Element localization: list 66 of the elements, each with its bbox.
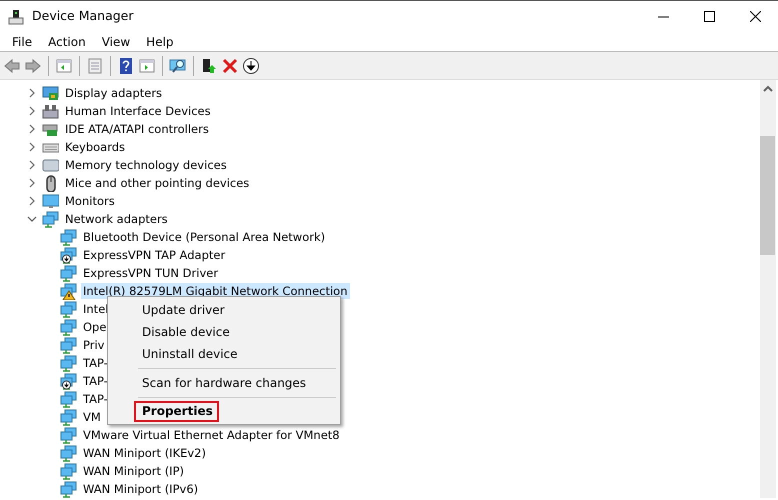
tree-item[interactable]: Ope [81,319,108,335]
display-adapter-icon [42,84,59,102]
network-adapter-icon [60,462,77,480]
network-adapter-icon [60,228,77,246]
menu-item[interactable]: Properties [134,401,219,422]
network-adapter-icon [60,300,77,318]
tree-item[interactable]: TAP- [81,373,110,389]
tree-item[interactable]: TAP- [81,391,110,407]
panel-icon[interactable] [138,56,156,74]
scrollbar-thumb[interactable] [760,136,775,255]
tree-item[interactable]: Keyboards [63,139,128,155]
menu-item[interactable]: Disable device [110,321,338,343]
menu-item[interactable]: File [4,32,40,51]
network-adapter-icon [60,354,77,372]
network-adapter-icon [60,444,77,462]
tree-item[interactable]: Memory technology devices [63,157,229,173]
tree-item[interactable]: VMware Virtual Ethernet Adapter for VMnet8 [81,427,342,443]
menu-item[interactable]: Uninstall device [110,343,338,365]
tree-item[interactable]: Priv [81,337,106,353]
menu-item[interactable]: View [94,32,138,51]
network-adapter-icon [60,480,77,498]
network-adapter-icon [42,210,59,228]
scroll-up-icon[interactable] [763,85,773,92]
network-adapter-icon [60,264,77,282]
back-arrow-icon[interactable] [3,56,21,74]
network-adapter-icon [60,318,77,336]
tree-item[interactable]: Mice and other pointing devices [63,175,252,191]
forward-arrow-icon[interactable] [24,56,42,74]
app-icon [8,8,24,24]
tree-item[interactable]: IDE ATA/ATAPI controllers [63,121,211,137]
network-adapter-icon [60,372,77,390]
menu-item[interactable]: Scan for hardware changes [110,372,338,394]
tree-item[interactable]: Monitors [63,193,117,209]
tree-item[interactable]: Human Interface Devices [63,103,213,119]
menu-item[interactable]: Action [40,32,94,51]
panel-icon[interactable] [55,56,73,74]
device-arrow-icon[interactable] [200,56,218,74]
monitor-search-icon[interactable] [169,56,187,74]
monitor-icon [42,192,59,210]
tree-item[interactable]: WAN Miniport (IKEv2) [81,445,208,461]
tree-item[interactable]: Display adapters [63,85,164,101]
menu-item[interactable]: Help [138,32,182,51]
network-adapter-icon [60,246,77,264]
keyboard-device-icon [42,102,59,120]
network-adapter-icon [60,426,77,444]
tree-item[interactable]: WAN Miniport (IP) [81,463,186,479]
memory-card-icon [42,156,59,174]
network-adapter-icon [60,390,77,408]
remove-icon[interactable] [221,56,239,74]
menu-item[interactable]: Update driver [110,299,338,321]
tree-item[interactable]: Network adapters [63,211,170,227]
network-warning-icon [60,282,77,300]
scrollbar[interactable] [760,80,776,498]
window-title: Device Manager [32,7,135,26]
help-icon[interactable] [117,56,135,74]
tree-item[interactable]: VM [81,409,103,425]
sheet-icon[interactable] [86,56,104,74]
network-adapter-icon [60,336,77,354]
network-adapter-icon [60,408,77,426]
tree-item[interactable]: ExpressVPN TAP Adapter [81,247,228,263]
maximize-icon [704,11,714,22]
tree-item[interactable]: ExpressVPN TUN Driver [81,265,220,281]
close-icon [750,11,760,22]
tree-item[interactable]: TAP- [81,355,110,371]
tree-item[interactable]: WAN Miniport (IPv6) [81,481,200,497]
tree-item[interactable]: Bluetooth Device (Personal Area Network) [81,229,328,245]
